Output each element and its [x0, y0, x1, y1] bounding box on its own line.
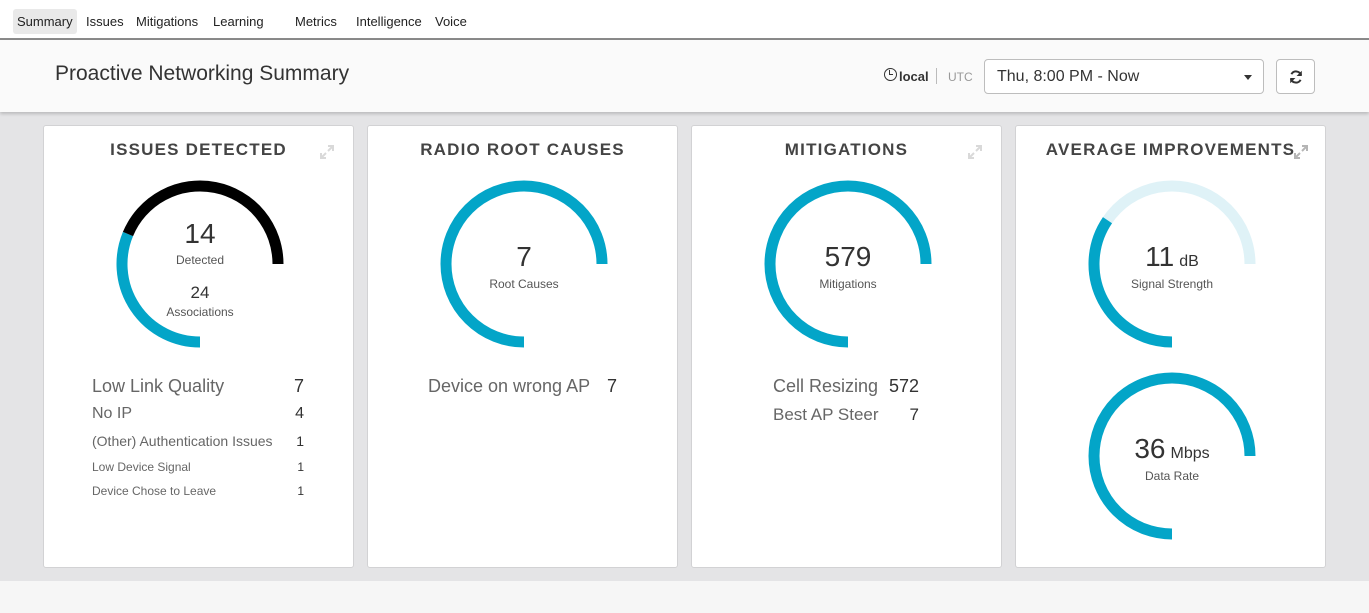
list-item[interactable]: Best AP Steer 7 — [773, 405, 919, 425]
page-header: Proactive Networking Summary local UTC T… — [0, 40, 1369, 112]
list-item[interactable]: (Other) Authentication Issues 1 — [92, 433, 304, 449]
signal-strength-label: Signal Strength — [1130, 277, 1214, 291]
tab-metrics[interactable]: Metrics — [291, 9, 341, 34]
card-average-improvements: AVERAGE IMPROVEMENTS 11 dB Signal Strengt… — [1015, 125, 1326, 568]
expand-icon[interactable] — [319, 144, 335, 160]
top-nav: Summary Issues Mitigations Learning Metr… — [0, 0, 1369, 40]
timezone-utc-toggle[interactable]: UTC — [948, 70, 973, 84]
tab-voice[interactable]: Voice — [431, 9, 471, 34]
root-causes-label: Root Causes — [489, 277, 559, 291]
time-range-value: Thu, 8:00 PM - Now — [997, 68, 1140, 85]
list-item[interactable]: No IP 4 — [92, 405, 304, 423]
tab-mitigations[interactable]: Mitigations — [132, 9, 202, 34]
data-rate-label: Data Rate — [1144, 469, 1200, 483]
root-causes-count: 7 — [516, 241, 532, 272]
card-title: RADIO ROOT CAUSES — [420, 140, 625, 159]
signal-strength-value: 11 dB — [1145, 241, 1199, 272]
card-title: MITIGATIONS — [784, 140, 909, 159]
tab-learning[interactable]: Learning — [209, 9, 268, 34]
tab-summary[interactable]: Summary — [13, 9, 77, 34]
time-range-select[interactable]: Thu, 8:00 PM - Now — [984, 59, 1264, 94]
root-causes-gauge: 7 Root Causes — [438, 178, 610, 350]
mitigations-label: Mitigations — [819, 277, 877, 291]
tab-issues[interactable]: Issues — [82, 9, 128, 34]
data-rate-value: 36 Mbps — [1134, 433, 1210, 464]
card-mitigations: MITIGATIONS 579 Mitigations Cell Resizin… — [691, 125, 1002, 568]
issues-detected-count: 14 — [184, 218, 216, 249]
page-title: Proactive Networking Summary — [55, 62, 350, 85]
list-item[interactable]: Low Link Quality 7 — [92, 376, 304, 397]
refresh-button[interactable] — [1276, 59, 1315, 94]
card-title: ISSUES DETECTED — [110, 140, 287, 159]
list-item[interactable]: Device on wrong AP 7 — [428, 376, 617, 397]
card-issues-detected: ISSUES DETECTED 14 Detected 24 Associati… — [43, 125, 354, 568]
data-rate-gauge: 36 Mbps Data Rate — [1086, 370, 1258, 542]
mitigations-gauge: 579 Mitigations — [762, 178, 934, 350]
card-title: AVERAGE IMPROVEMENTS — [1045, 140, 1296, 159]
timezone-divider — [936, 68, 937, 84]
card-radio-root-causes: RADIO ROOT CAUSES 7 Root Causes Device o… — [367, 125, 678, 568]
expand-icon[interactable] — [1293, 144, 1309, 160]
clock-icon — [884, 68, 897, 81]
refresh-icon — [1290, 70, 1302, 84]
caret-down-icon — [1244, 75, 1252, 80]
list-item[interactable]: Device Chose to Leave 1 — [92, 484, 304, 498]
issues-detected-label: Detected — [175, 253, 225, 267]
mitigations-count: 579 — [824, 241, 872, 272]
timezone-local-toggle[interactable]: local — [899, 69, 929, 84]
list-item[interactable]: Low Device Signal 1 — [92, 460, 304, 474]
list-item[interactable]: Cell Resizing 572 — [773, 376, 919, 397]
dashboard-board: ISSUES DETECTED 14 Detected 24 Associati… — [0, 112, 1369, 581]
signal-strength-gauge: 11 dB Signal Strength — [1086, 178, 1258, 350]
associations-label: Associations — [166, 305, 234, 319]
issues-gauge: 14 Detected 24 Associations — [114, 178, 286, 350]
associations-count: 24 — [190, 283, 210, 302]
tab-intelligence[interactable]: Intelligence — [352, 9, 426, 34]
expand-icon[interactable] — [967, 144, 983, 160]
